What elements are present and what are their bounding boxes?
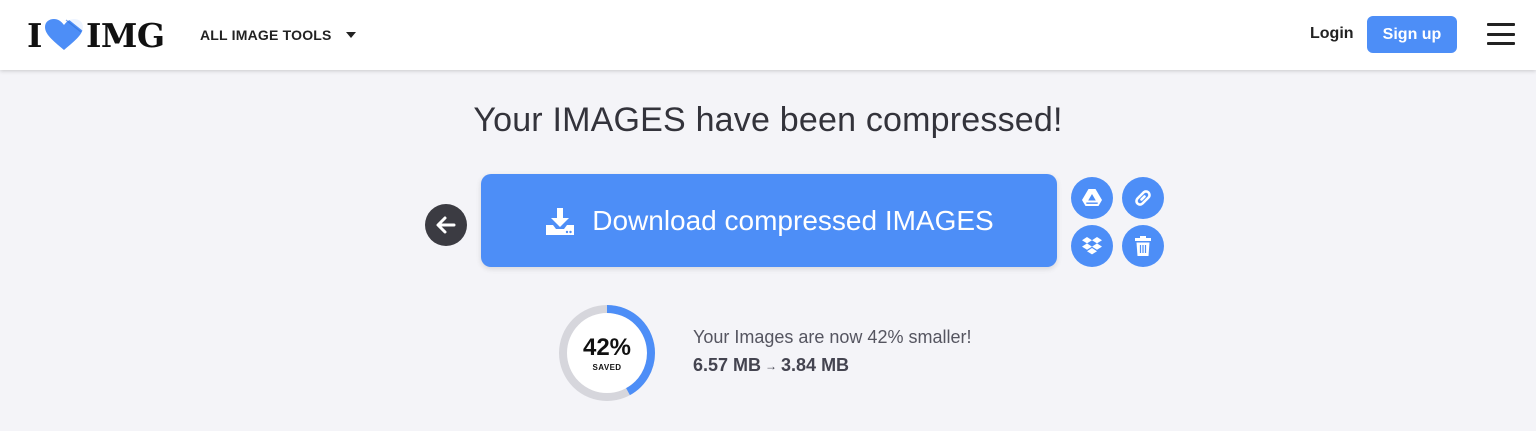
login-link[interactable]: Login bbox=[1310, 25, 1354, 45]
all-image-tools-label: ALL IMAGE TOOLS bbox=[200, 27, 332, 43]
hamburger-icon[interactable] bbox=[1487, 23, 1515, 45]
savings-message: Your Images are now 42% smaller! bbox=[693, 327, 972, 347]
arrow-left-icon bbox=[436, 216, 456, 234]
google-drive-button[interactable] bbox=[1071, 177, 1113, 219]
hamburger-line bbox=[1487, 23, 1515, 26]
google-drive-icon bbox=[1082, 189, 1102, 206]
logo-text-i: I bbox=[27, 15, 42, 55]
download-label: Download compressed IMAGES bbox=[592, 204, 994, 236]
original-size: 6.57 MB bbox=[693, 355, 762, 375]
link-icon bbox=[1135, 190, 1151, 206]
savings-ring-label: 42% SAVED bbox=[558, 304, 656, 402]
hamburger-line bbox=[1487, 32, 1515, 36]
saved-caption: SAVED bbox=[592, 362, 622, 372]
download-compressed-button[interactable]: Download compressed IMAGES bbox=[481, 174, 1057, 267]
delete-button[interactable] bbox=[1122, 225, 1164, 267]
download-tray-icon bbox=[546, 207, 575, 235]
heart-logo-icon bbox=[44, 19, 83, 50]
dropbox-icon bbox=[1082, 237, 1102, 255]
caret-down-icon bbox=[345, 32, 356, 38]
trash-icon bbox=[1135, 236, 1151, 256]
logo-text-img: IMG bbox=[85, 15, 165, 55]
size-arrow: → bbox=[765, 358, 778, 373]
signup-button[interactable]: Sign up bbox=[1367, 16, 1457, 53]
new-size: 3.84 MB bbox=[781, 355, 850, 375]
size-comparison: 6.57 MB → 3.84 MB bbox=[693, 355, 849, 376]
logo[interactable]: I IMG bbox=[27, 15, 165, 55]
hamburger-line bbox=[1487, 42, 1515, 45]
page-title: Your IMAGES have been compressed! bbox=[473, 101, 1063, 139]
savings-percent: 42% bbox=[582, 333, 632, 361]
top-header: I IMG ALL IMAGE TOOLS Login Sign up bbox=[0, 0, 1536, 70]
share-link-button[interactable] bbox=[1122, 177, 1164, 219]
back-button[interactable] bbox=[425, 204, 467, 246]
all-image-tools-menu[interactable]: ALL IMAGE TOOLS bbox=[200, 25, 356, 45]
dropbox-button[interactable] bbox=[1071, 225, 1113, 267]
